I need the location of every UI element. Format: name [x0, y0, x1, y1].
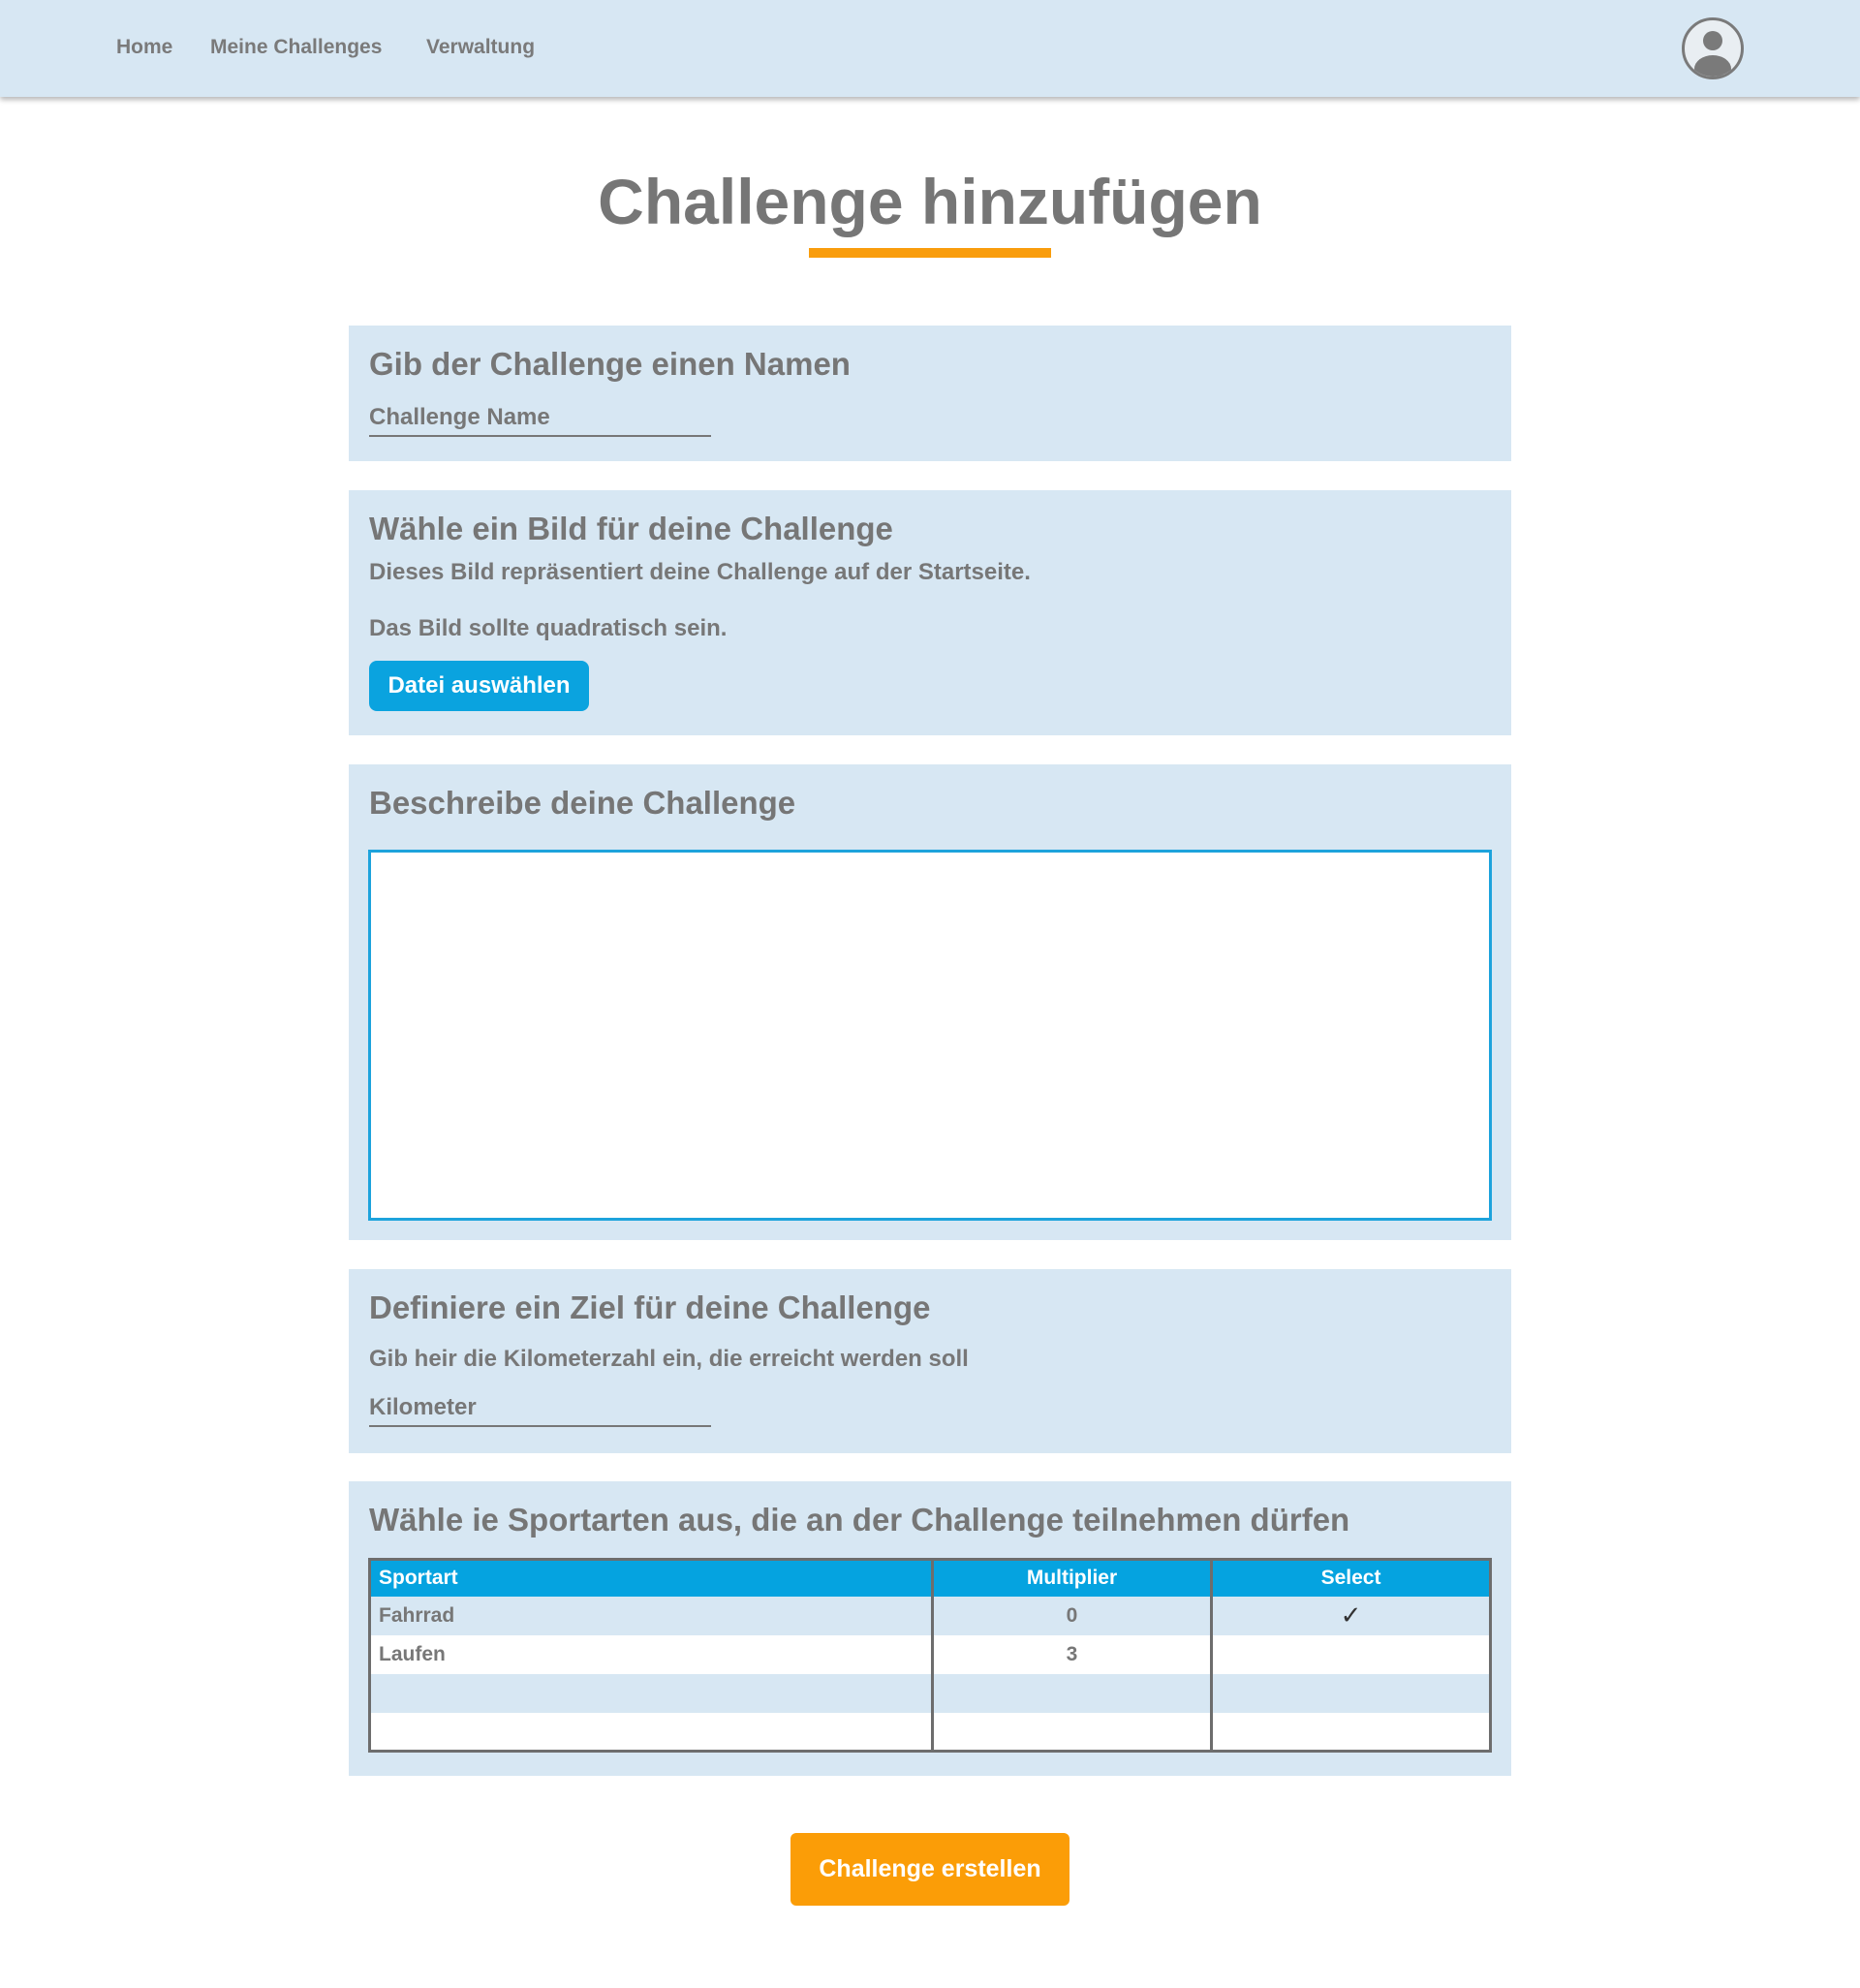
select-cell[interactable]: ✓ — [1211, 1596, 1491, 1635]
description-section-heading: Beschreibe deine Challenge — [369, 785, 796, 821]
sport-cell: Laufen — [369, 1634, 934, 1674]
checkmark-icon[interactable]: ✓ — [1341, 1600, 1362, 1630]
table-row[interactable]: Fahrrad 0 ✓ — [369, 1596, 1491, 1635]
select-cell[interactable] — [1211, 1712, 1491, 1752]
challenge-name-input[interactable] — [369, 400, 711, 437]
sport-section: Wähle ie Sportarten aus, die an der Chal… — [349, 1481, 1511, 1776]
choose-file-button[interactable]: Datei auswählen — [369, 661, 589, 711]
name-section-heading: Gib der Challenge einen Namen — [369, 346, 851, 382]
select-cell[interactable] — [1211, 1634, 1491, 1674]
sport-table: Sportart Multiplier Select Fahrrad 0 ✓ L… — [368, 1558, 1492, 1753]
description-section: Beschreibe deine Challenge — [349, 764, 1511, 1240]
description-textarea[interactable] — [368, 850, 1492, 1221]
goal-section-text: Gib heir die Kilometerzahl ein, die erre… — [369, 1346, 969, 1372]
top-navigation-bar: Home Meine Challenges Verwaltung — [0, 0, 1860, 97]
title-underline — [809, 248, 1051, 258]
user-avatar-icon[interactable] — [1682, 17, 1744, 79]
column-header-sportart: Sportart — [369, 1559, 934, 1597]
sport-section-heading: Wähle ie Sportarten aus, die an der Chal… — [369, 1502, 1350, 1538]
page-title: Challenge hinzufügen — [598, 166, 1262, 237]
sport-cell — [369, 1673, 934, 1713]
image-section-heading: Wähle ein Bild für deine Challenge — [369, 511, 893, 546]
table-row[interactable]: Laufen 3 — [369, 1634, 1491, 1674]
table-row[interactable] — [369, 1673, 1491, 1713]
select-cell[interactable] — [1211, 1673, 1491, 1713]
multiplier-cell — [932, 1712, 1213, 1752]
nav-link-home[interactable]: Home — [116, 36, 172, 59]
table-row[interactable] — [369, 1712, 1491, 1752]
multiplier-cell: 3 — [932, 1634, 1213, 1674]
table-header-row: Sportart Multiplier Select — [369, 1559, 1491, 1597]
image-section: Wähle ein Bild für deine Challenge Diese… — [349, 490, 1511, 735]
multiplier-cell — [932, 1673, 1213, 1713]
goal-section-heading: Definiere ein Ziel für deine Challenge — [369, 1289, 931, 1325]
nav-link-meine-challenges[interactable]: Meine Challenges — [210, 36, 382, 59]
sport-cell: Fahrrad — [369, 1596, 934, 1635]
sport-cell — [369, 1712, 934, 1752]
column-header-select: Select — [1211, 1559, 1491, 1597]
nav-link-verwaltung[interactable]: Verwaltung — [426, 36, 535, 59]
multiplier-cell: 0 — [932, 1596, 1213, 1635]
goal-section: Definiere ein Ziel für deine Challenge G… — [349, 1269, 1511, 1453]
name-section: Gib der Challenge einen Namen — [349, 326, 1511, 461]
column-header-multiplier: Multiplier — [932, 1559, 1213, 1597]
kilometer-input[interactable] — [369, 1390, 711, 1427]
image-section-text-1: Dieses Bild repräsentiert deine Challeng… — [369, 559, 1031, 585]
image-section-text-2: Das Bild sollte quadratisch sein. — [369, 615, 728, 641]
create-challenge-button[interactable]: Challenge erstellen — [790, 1833, 1070, 1906]
